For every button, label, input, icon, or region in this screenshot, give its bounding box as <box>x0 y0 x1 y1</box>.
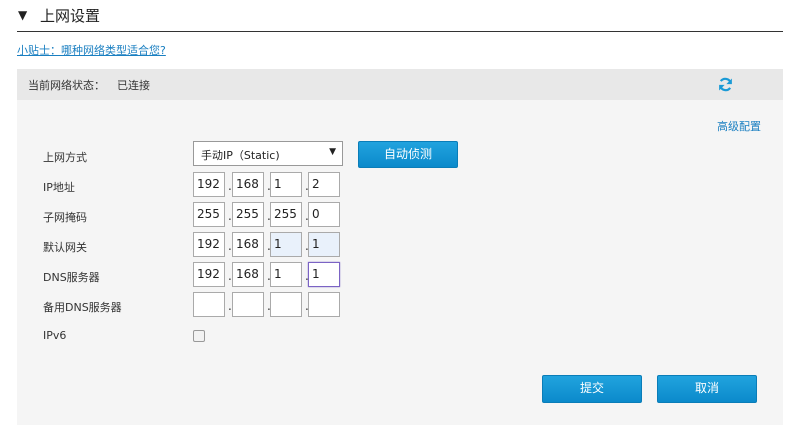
mask-octet-4[interactable]: 0 <box>308 202 340 227</box>
dns-octet-4[interactable]: 1 <box>308 262 340 287</box>
ip-octet-1[interactable]: 192 <box>193 172 225 197</box>
settings-panel: 当前网络状态： 已连接 高级配置 上网方式 IP地址 子网掩码 默认网关 DNS… <box>17 69 783 425</box>
ipv6-checkbox[interactable] <box>193 330 205 342</box>
ip-label: IP地址 <box>43 181 75 194</box>
mask-octet-3[interactable]: 255 <box>270 202 302 227</box>
section-title: 上网设置 <box>40 6 101 25</box>
ipv6-label: IPv6 <box>43 329 67 342</box>
chevron-down-icon: ▼ <box>329 147 336 157</box>
triangle-down-icon[interactable]: ▼ <box>18 8 32 22</box>
status-value: 已连接 <box>117 79 150 92</box>
tip-link[interactable]: 小贴士：哪种网络类型适合您? <box>17 42 166 58</box>
ip-octet-4[interactable]: 2 <box>308 172 340 197</box>
dns-octet-3[interactable]: 1 <box>270 262 302 287</box>
status-label: 当前网络状态： <box>28 79 105 92</box>
submit-button[interactable]: 提交 <box>542 375 642 403</box>
mask-octet-1[interactable]: 255 <box>193 202 225 227</box>
gateway-octet-4[interactable]: 1 <box>308 232 340 257</box>
mask-octet-2[interactable]: 255 <box>232 202 264 227</box>
cancel-button[interactable]: 取消 <box>657 375 757 403</box>
gateway-octet-3[interactable]: 1 <box>270 232 302 257</box>
ip-octet-2[interactable]: 168 <box>232 172 264 197</box>
mask-label: 子网掩码 <box>43 211 87 224</box>
alt-dns-octet-3[interactable] <box>270 292 302 317</box>
dns-octet-1[interactable]: 192 <box>193 262 225 287</box>
dns-label: DNS服务器 <box>43 271 100 284</box>
gateway-octet-2[interactable]: 168 <box>232 232 264 257</box>
alt-dns-octet-2[interactable] <box>232 292 264 317</box>
dns-octet-2[interactable]: 168 <box>232 262 264 287</box>
section-header[interactable]: ▼ 上网设置 <box>18 4 100 26</box>
advanced-config-link[interactable]: 高级配置 <box>717 118 761 134</box>
header-divider <box>17 31 783 32</box>
refresh-icon[interactable] <box>717 76 734 93</box>
ip-octet-3[interactable]: 1 <box>270 172 302 197</box>
mode-select-value: 手动IP（Static) <box>201 149 280 162</box>
mode-select[interactable]: 手动IP（Static) ▼ <box>193 141 343 166</box>
status-bar: 当前网络状态： 已连接 <box>17 69 783 100</box>
auto-detect-button[interactable]: 自动侦测 <box>358 141 458 168</box>
alt-dns-octet-1[interactable] <box>193 292 225 317</box>
alt-dns-octet-4[interactable] <box>308 292 340 317</box>
gateway-label: 默认网关 <box>43 241 87 254</box>
gateway-octet-1[interactable]: 192 <box>193 232 225 257</box>
alt-dns-label: 备用DNS服务器 <box>43 301 122 314</box>
mode-label: 上网方式 <box>43 151 87 164</box>
